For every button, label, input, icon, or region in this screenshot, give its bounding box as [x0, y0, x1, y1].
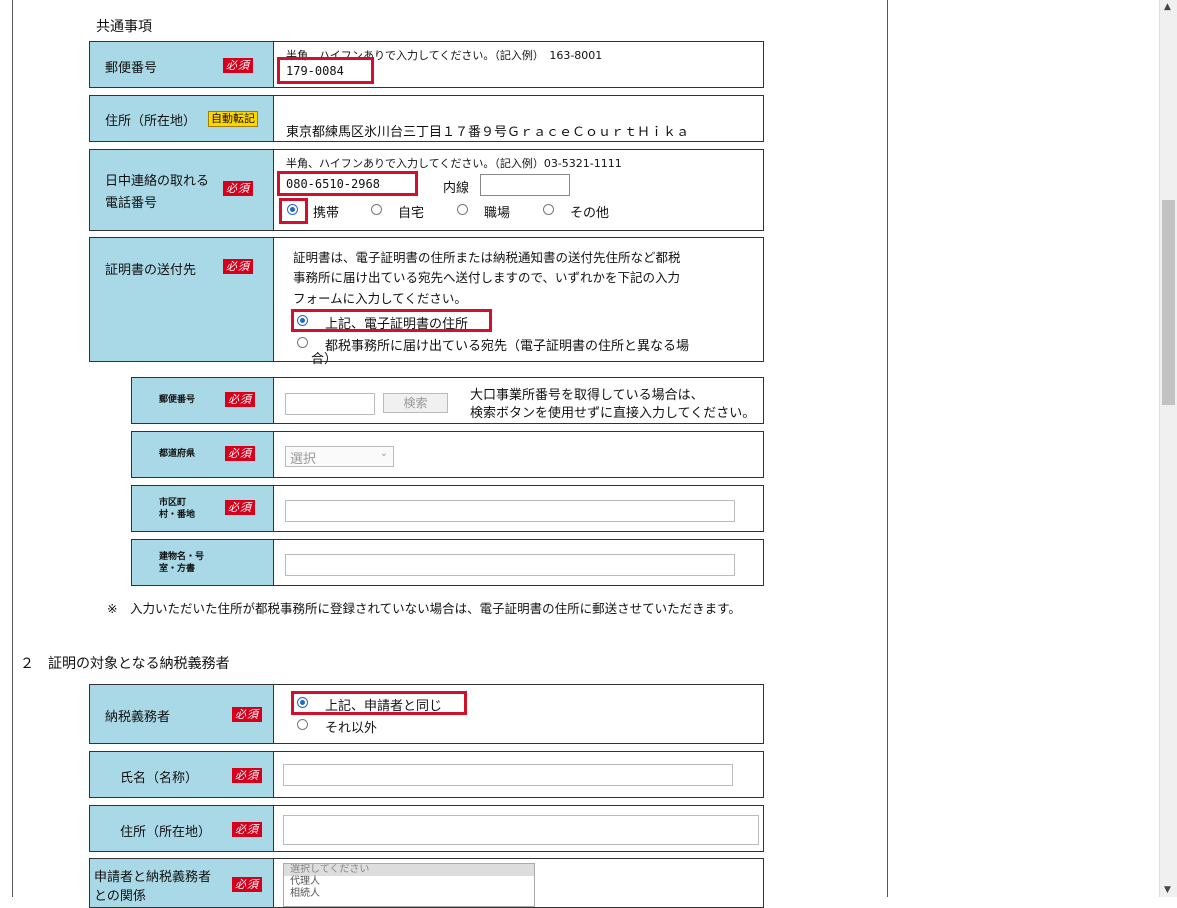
required-badge: 必須	[225, 392, 255, 407]
scrollbar-thumb[interactable]	[1162, 200, 1175, 405]
relation-label-cell: 申請者と納税義務者 との関係 必須	[90, 859, 274, 907]
postal-row: 郵便番号 必須 半角、ハイフンありで入力してください。（記入例） 163-800…	[89, 41, 764, 88]
required-badge: 必須	[223, 181, 253, 196]
sub-postal-note-line1: 大口事業所番号を取得している場合は、	[470, 388, 704, 403]
relation-listbox[interactable]: 選択してください 代理人 相続人	[283, 863, 535, 907]
extension-input[interactable]	[480, 174, 570, 196]
sub-postal-label: 郵便番号	[159, 395, 196, 405]
phone-label-cell: 日中連絡の取れる 電話番号 必須	[90, 150, 274, 230]
relation-row: 申請者と納税義務者 との関係 必須 選択してください 代理人 相続人	[89, 858, 764, 908]
sub-postal-input[interactable]	[285, 393, 375, 415]
required-badge: 必須	[223, 259, 253, 274]
relation-label-line2: との関係	[94, 889, 146, 904]
relation-option[interactable]: 相続人	[284, 888, 534, 900]
common-heading: 共通事項	[96, 19, 152, 35]
required-badge: 必須	[225, 500, 255, 515]
prefecture-select[interactable]: 選択 ⌄	[285, 446, 394, 467]
prefecture-label-cell: 都道府県 必須	[132, 432, 274, 477]
delivery-row: 証明書の送付先 必須 証明書は、電子証明書の住所または納税通知書の送付先住所など…	[89, 237, 764, 367]
delivery-desc-line3: フォームに入力してください。	[293, 291, 467, 306]
taxpayer-address-row: 住所（所在地） 必須	[89, 805, 764, 852]
auto-transfer-badge: 自動転記	[208, 111, 258, 127]
city-row: 市区町 村・番地 必須	[131, 485, 764, 532]
highlight-postal-input	[277, 57, 374, 84]
required-badge: 必須	[232, 822, 262, 837]
required-badge: 必須	[232, 768, 262, 783]
delivery-note: ※ 入力いただいた住所が都税事務所に登録されていない場合は、電子証明書の住所に郵…	[107, 601, 741, 616]
relation-option[interactable]: 選択してください	[284, 864, 534, 876]
taxpayer-address-input[interactable]	[283, 815, 759, 845]
taxpayer-name-input[interactable]	[283, 764, 733, 786]
phone-type-other-radio[interactable]	[543, 204, 554, 215]
highlight-phone-input	[277, 171, 418, 196]
delivery-label: 証明書の送付先	[105, 263, 197, 278]
taxpayer-other-radio[interactable]	[297, 719, 308, 730]
city-label-cell: 市区町 村・番地 必須	[132, 486, 274, 531]
search-button[interactable]: 検索	[383, 393, 448, 413]
page-left-border	[12, 0, 13, 897]
phone-type-other-label: その他	[570, 206, 610, 221]
phone-type-mobile-label: 携帯	[313, 206, 340, 221]
relation-label-line1: 申請者と納税義務者	[94, 870, 212, 885]
phone-label-line1: 日中連絡の取れる	[105, 174, 210, 189]
building-input[interactable]	[285, 554, 735, 576]
city-label-line2: 村・番地	[159, 510, 196, 520]
taxpayer-label-cell: 納税義務者 必須	[90, 685, 274, 743]
phone-label-line2: 電話番号	[105, 196, 158, 211]
delivery-desc-line1: 証明書は、電子証明書の住所または納税通知書の送付先住所など都税	[293, 250, 681, 265]
highlight-taxpayer-option	[291, 691, 467, 715]
address-value: 東京都練馬区氷川台三丁目１７番９号ＧｒａｃｅＣｏｕｒｔＨｉｋａ	[286, 125, 690, 140]
delivery-option-registered-label: 都税事務所に届け出ている宛先（電子証明書の住所と異なる場	[325, 339, 690, 354]
vertical-scrollbar[interactable]: ▲ ▼	[1159, 0, 1177, 897]
sub-postal-note-line2: 検索ボタンを使用せずに直接入力してください。	[470, 406, 756, 421]
taxpayer-name-row: 氏名（名称） 必須	[89, 751, 764, 798]
address-label-cell: 住所（所在地） 自動転記	[90, 96, 274, 141]
phone-type-home-label: 自宅	[398, 206, 425, 221]
building-label-cell: 建物名・号 室・方書	[132, 540, 274, 585]
prefecture-row: 都道府県 必須 選択 ⌄	[131, 431, 764, 478]
chevron-down-icon: ⌄	[379, 448, 388, 459]
prefecture-label: 都道府県	[159, 449, 196, 459]
scroll-down-icon[interactable]: ▼	[1164, 885, 1171, 895]
building-row: 建物名・号 室・方書	[131, 539, 764, 586]
postal-label-cell: 郵便番号 必須	[90, 42, 274, 87]
required-badge: 必須	[232, 877, 262, 892]
taxpayer-address-label-cell: 住所（所在地） 必須	[90, 806, 274, 851]
building-label-line2: 室・方書	[159, 564, 196, 574]
address-label: 住所（所在地）	[105, 114, 197, 129]
taxpayer-name-label-cell: 氏名（名称） 必須	[90, 752, 274, 797]
phone-hint: 半角、ハイフンありで入力してください。（記入例）03-5321-1111	[286, 157, 622, 170]
delivery-label-cell: 証明書の送付先 必須	[90, 238, 274, 361]
scroll-up-icon[interactable]: ▲	[1164, 2, 1171, 12]
delivery-option-registered-label-cont: 合）	[311, 352, 338, 367]
taxpayer-name-label: 氏名（名称）	[120, 771, 199, 786]
postal-label: 郵便番号	[105, 61, 158, 76]
relation-option[interactable]: 代理人	[284, 876, 534, 888]
taxpayer-address-label: 住所（所在地）	[120, 825, 212, 840]
delivery-option-registered-radio[interactable]	[297, 337, 308, 348]
taxpayer-label: 納税義務者	[105, 710, 171, 725]
phone-type-work-radio[interactable]	[457, 204, 468, 215]
phone-type-home-radio[interactable]	[371, 204, 382, 215]
delivery-desc-line2: 事務所に届け出ている宛先へ送付しますので、いずれかを下記の入力	[293, 270, 681, 285]
city-input[interactable]	[285, 500, 735, 522]
highlight-delivery-option	[291, 309, 492, 332]
prefecture-select-value: 選択	[290, 452, 317, 467]
taxpayer-other-label: それ以外	[325, 721, 378, 736]
extension-label: 内線	[443, 181, 470, 196]
sub-postal-label-cell: 郵便番号 必須	[132, 378, 274, 423]
sub-postal-row: 郵便番号 必須 検索 大口事業所番号を取得している場合は、 検索ボタンを使用せず…	[131, 377, 764, 424]
required-badge: 必須	[225, 446, 255, 461]
section2-heading: ２ 証明の対象となる納税義務者	[20, 656, 230, 672]
highlight-mobile-radio	[279, 198, 308, 224]
address-row: 住所（所在地） 自動転記 東京都練馬区氷川台三丁目１７番９号ＧｒａｃｅＣｏｕｒｔ…	[89, 95, 764, 142]
required-badge: 必須	[232, 707, 262, 722]
required-badge: 必須	[223, 58, 253, 73]
page-right-border	[887, 0, 888, 897]
phone-type-work-label: 職場	[484, 206, 511, 221]
phone-row: 日中連絡の取れる 電話番号 必須 半角、ハイフンありで入力してください。（記入例…	[89, 149, 764, 231]
